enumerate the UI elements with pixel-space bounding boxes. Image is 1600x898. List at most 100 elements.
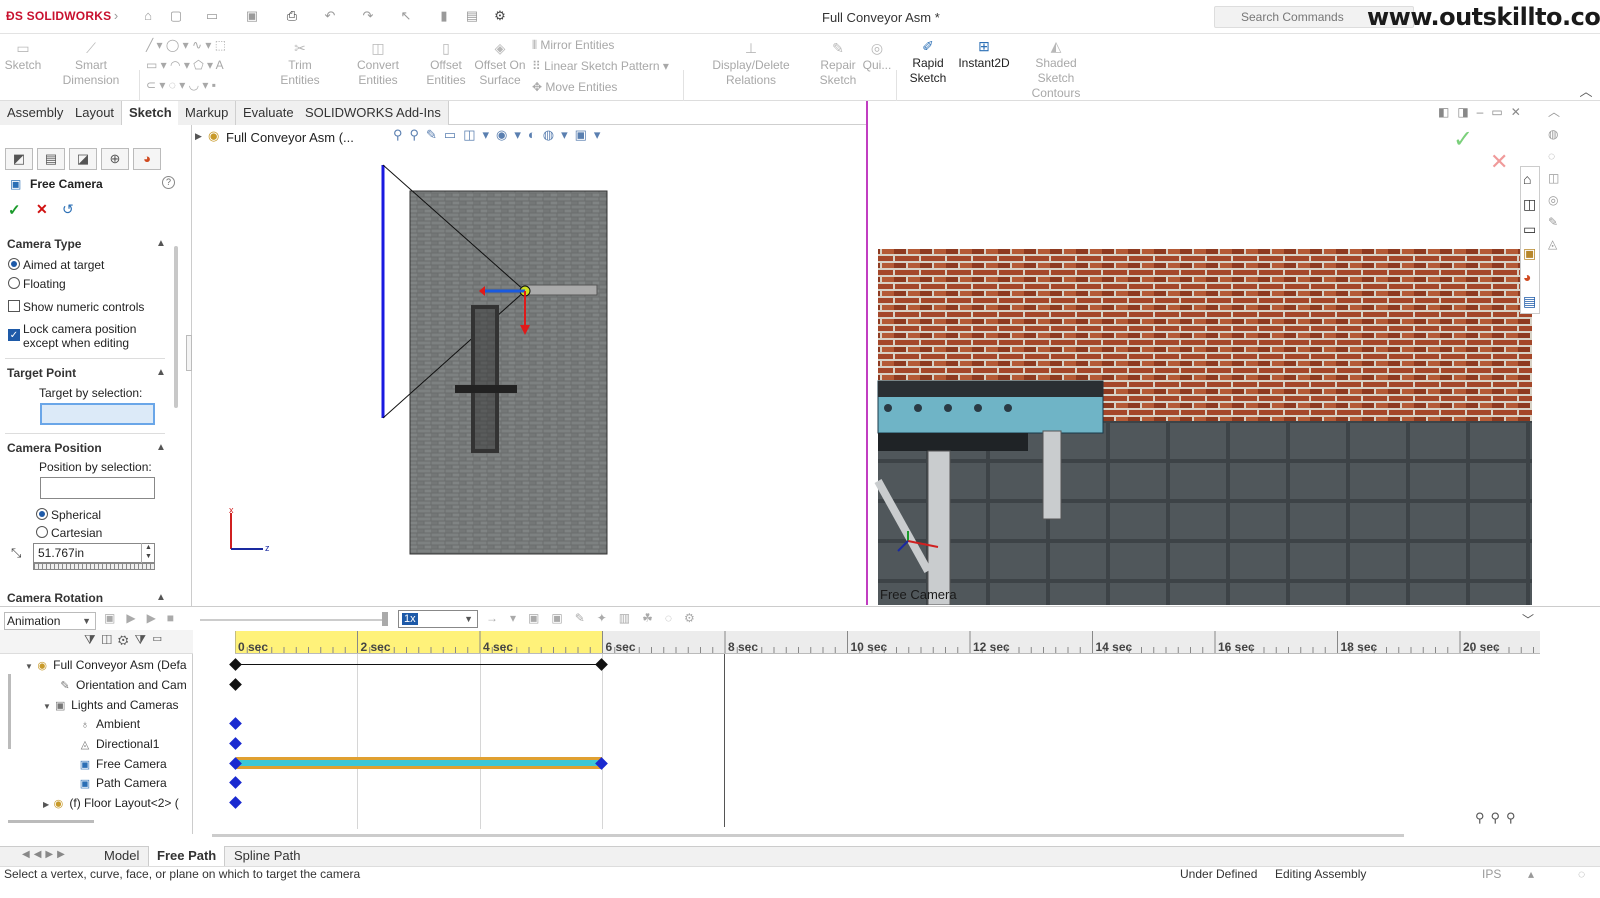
tab-model[interactable]: Model — [96, 846, 147, 866]
convert-entities-button[interactable]: ◫ Convert Entities — [338, 40, 418, 88]
appearances-icon[interactable]: ◕ — [1523, 269, 1531, 285]
tree-item-free-camera[interactable]: ▣ Free Camera — [78, 757, 167, 771]
cartesian-radio[interactable] — [36, 526, 48, 538]
confirm-corner-check-icon[interactable]: ✓ — [1453, 125, 1473, 154]
linear-sketch-pattern-button[interactable]: ⠿ Linear Sketch Pattern ▾ — [532, 59, 669, 73]
select-icon[interactable]: ↖ — [398, 8, 414, 24]
view-palette-icon[interactable]: ▣ — [1523, 245, 1536, 262]
collapse-caret-icon[interactable]: ▲ — [156, 442, 166, 453]
tree-item-floor-layout[interactable]: ▶ ◉ (f) Floor Layout<2> ( — [43, 796, 179, 810]
tab-assembly[interactable]: Assembly — [0, 101, 72, 125]
ok-check-icon[interactable]: ✓ — [8, 201, 21, 219]
tree-item-directional1[interactable]: ◬ Directional1 — [78, 737, 160, 751]
display-delete-relations-button[interactable]: ⊥ Display/Delete Relations — [688, 40, 814, 88]
trim-entities-button[interactable]: ✂ Trim Entities — [268, 40, 332, 88]
tab-evaluate[interactable]: Evaluate — [236, 101, 302, 125]
shaded-sketch-contours-button[interactable]: ◭ Shaded Sketch Contours — [1018, 38, 1094, 101]
tree-item-ambient[interactable]: ♁ Ambient — [78, 717, 140, 731]
display-manager-tab[interactable]: ◕ — [133, 148, 161, 170]
cancel-x-icon[interactable]: ✕ — [36, 201, 48, 218]
distance-thumbwheel[interactable] — [33, 563, 155, 570]
home-icon[interactable]: ⌂ — [140, 8, 156, 24]
configuration-manager-tab[interactable]: ◪ — [69, 148, 97, 170]
help-icon[interactable]: ? — [162, 176, 175, 189]
target-selection-box[interactable] — [40, 403, 155, 425]
study-type-select[interactable]: Animation ▼ — [4, 612, 96, 630]
aimed-at-target-radio[interactable] — [8, 258, 20, 270]
tab-free-path[interactable]: Free Path — [148, 846, 226, 866]
redo-icon[interactable]: ↷ — [360, 8, 376, 24]
undo-arrow-icon[interactable]: ↺ — [62, 201, 74, 218]
tree-item-lights-cameras[interactable]: ▼ ▣ Lights and Cameras — [43, 698, 179, 712]
show-numeric-controls-checkbox[interactable] — [8, 300, 20, 312]
tree-item-orientation[interactable]: ✎ Orientation and Cam — [58, 678, 186, 692]
mirror-entities-button[interactable]: ⫴ Mirror Entities — [532, 38, 614, 53]
lock-camera-checkbox[interactable]: ✓ — [8, 329, 20, 341]
menu-expand-icon[interactable]: › — [108, 8, 124, 24]
camera-viewport[interactable]: Free Camera ◧◨–▭✕ ✓ ✕ — [866, 101, 1540, 605]
slot-tool-icon[interactable]: ⊂ ▾ ◌ ▾ ◡ ▾ ▪ — [146, 78, 216, 92]
motion-filter-icons[interactable]: ⧩◫⚙⧩▭ — [84, 632, 169, 648]
confirm-corner-cancel-icon[interactable]: ✕ — [1490, 149, 1508, 175]
collapse-caret-icon[interactable]: ▲ — [156, 238, 166, 249]
tab-sketch[interactable]: Sketch — [122, 101, 180, 125]
instant2d-button[interactable]: ⊞ Instant2D — [956, 38, 1012, 71]
file-properties-icon[interactable]: ▤ — [464, 8, 480, 24]
root-timeline-bar[interactable] — [236, 664, 602, 665]
offset-entities-button[interactable]: ▯ Offset Entities — [424, 40, 468, 88]
camera-rotation-header[interactable]: Camera Rotation — [7, 591, 103, 605]
rectangle-tool-icon[interactable]: ▭ ▾ ◠ ▾ ⬠ ▾ A — [146, 58, 224, 72]
motion-tools-toolbar[interactable]: →▾▣▣✎✦▥☘◌⚙ — [486, 611, 707, 625]
tree-item-root[interactable]: ▼ ◉ Full Conveyor Asm (Defa — [25, 658, 187, 672]
tab-layout[interactable]: Layout — [68, 101, 123, 125]
save-icon[interactable]: ▣ — [244, 8, 260, 24]
distance-input[interactable]: 51.767in — [33, 543, 155, 563]
timeline-horizontal-scrollbar[interactable] — [212, 834, 1404, 837]
move-entities-button[interactable]: ✥ Move Entities — [532, 80, 617, 94]
floating-radio[interactable] — [8, 277, 20, 289]
left-viewport[interactable]: ▶ ◉ Full Conveyor Asm (... ⚲⚲✎▭◫▾◉▾◐◍▾▣▾… — [193, 125, 866, 605]
options-gear-icon[interactable]: ⚙ — [492, 8, 508, 24]
tree-item-path-camera[interactable]: ▣ Path Camera — [78, 776, 167, 790]
smart-dimension-button[interactable]: ⟋ Smart Dimension — [46, 40, 136, 88]
tab-scroll-arrows[interactable]: ◀◀▶▶ — [22, 849, 69, 860]
camera-position-header[interactable]: Camera Position — [7, 441, 102, 455]
collapse-caret-icon[interactable]: ▲ — [156, 367, 166, 378]
dimxpert-tab[interactable]: ⊕ — [101, 148, 129, 170]
status-units[interactable]: IPS — [1482, 867, 1501, 881]
collapse-ribbon-icon[interactable]: ︿ — [1578, 84, 1594, 100]
custom-properties-icon[interactable]: ▤ — [1523, 293, 1536, 310]
viewport-window-controls[interactable]: ◧◨–▭✕ — [1438, 105, 1529, 119]
free-camera-track[interactable] — [236, 757, 602, 769]
help-bubble-icon[interactable]: ◌ — [1578, 867, 1585, 881]
print-icon[interactable]: ⎙ — [284, 8, 300, 24]
collapse-motion-icon[interactable]: ﹀ — [1522, 611, 1534, 628]
line-tool-icon[interactable]: ╱ ▾ ◯ ▾ ∿ ▾ ⬚ — [146, 38, 226, 52]
quick-snaps-button[interactable]: ◎ Qui... — [862, 40, 892, 73]
property-manager-tab[interactable]: ▤ — [37, 148, 65, 170]
rapid-sketch-button[interactable]: ✐ Rapid Sketch — [906, 38, 950, 86]
sketch-button[interactable]: ▭ Sketch — [4, 40, 42, 73]
open-file-icon[interactable]: ▭ — [204, 8, 220, 24]
spherical-radio[interactable] — [36, 508, 48, 520]
feature-manager-tab[interactable]: ◩ — [5, 148, 33, 170]
playback-scrubber[interactable] — [200, 619, 386, 621]
target-point-header[interactable]: Target Point — [7, 366, 76, 380]
new-file-icon[interactable]: ▢ — [168, 8, 184, 24]
panel-splitter-handle[interactable] — [186, 335, 192, 371]
rebuild-icon[interactable]: ▮ — [436, 8, 452, 24]
undo-icon[interactable]: ↶ — [322, 8, 338, 24]
position-selection-box[interactable] — [40, 477, 155, 499]
solidworks-logo[interactable]: ƉS SOLIDWORKS — [6, 9, 111, 23]
file-explorer-icon[interactable]: ▭ — [1523, 221, 1536, 238]
distance-spinner[interactable]: ▲ ▼ — [141, 543, 155, 563]
camera-type-header[interactable]: Camera Type — [7, 237, 81, 251]
tab-solidworks-addins[interactable]: SOLIDWORKS Add-Ins — [298, 101, 449, 125]
collapse-caret-icon[interactable]: ▲ — [156, 592, 166, 603]
tab-spline-path[interactable]: Spline Path — [226, 846, 309, 866]
tab-markup[interactable]: Markup — [178, 101, 237, 125]
repair-sketch-button[interactable]: ✎ Repair Sketch — [818, 40, 858, 88]
playback-controls[interactable]: ▣▶▶■ — [104, 611, 185, 625]
units-dropdown-icon[interactable]: ▴ — [1528, 867, 1534, 881]
solidworks-resources-icon[interactable]: ⌂ — [1523, 171, 1531, 187]
